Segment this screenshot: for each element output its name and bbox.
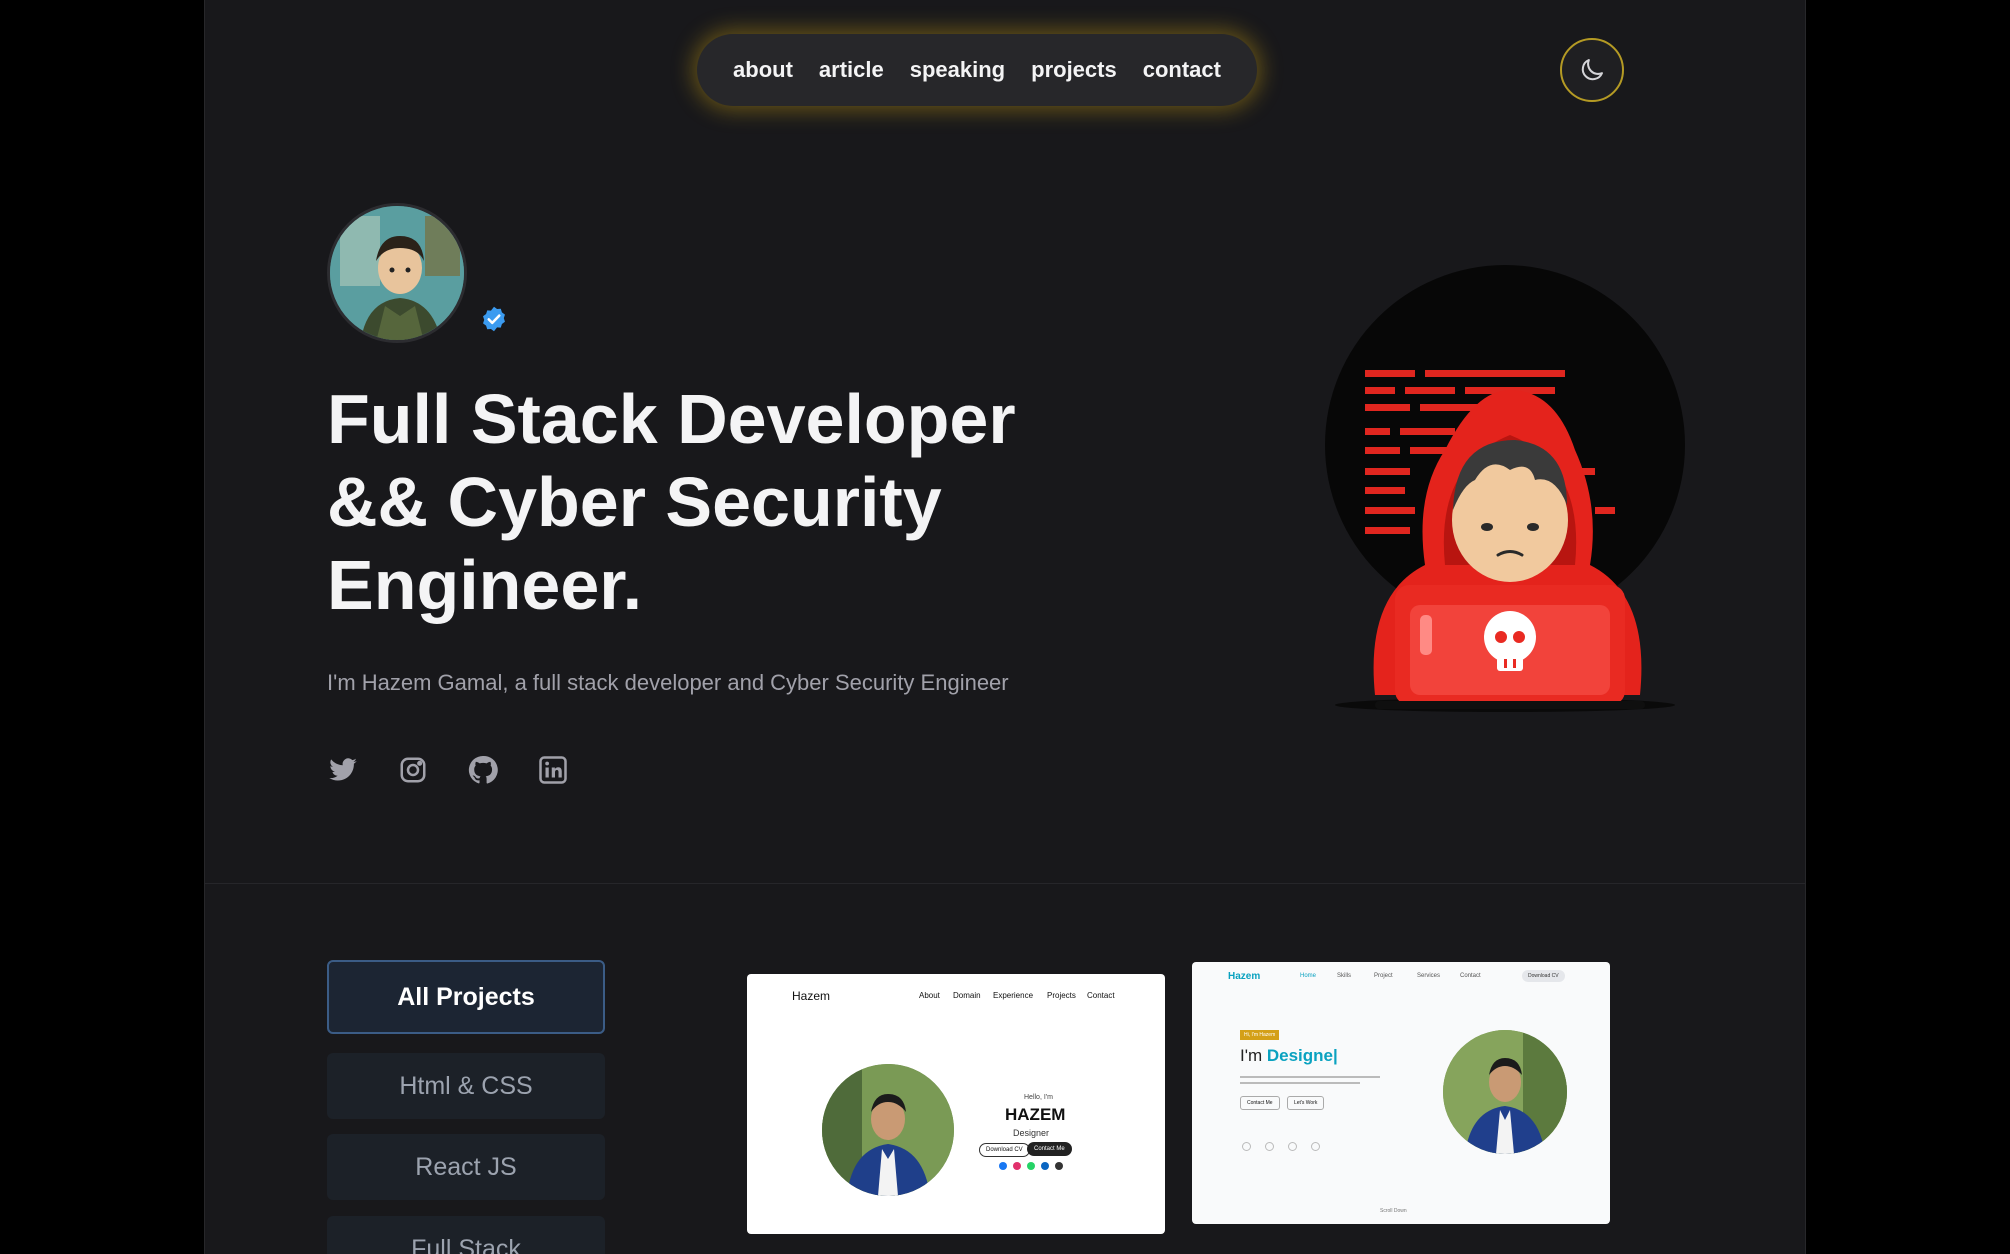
portfolio-page: about article speaking projects contact … — [204, 0, 1806, 1254]
card1-nav-contact: Contact — [1087, 991, 1115, 1000]
top-nav: about article speaking projects contact — [697, 34, 1257, 106]
card1-nav-about: About — [919, 991, 940, 1000]
card1-logo: Hazem — [792, 989, 831, 1003]
twitter-icon — [329, 758, 357, 781]
card2-download-button: Download CV — [1522, 970, 1565, 982]
avatar — [327, 203, 467, 343]
linkedin-link[interactable] — [537, 754, 569, 786]
twitter-link[interactable] — [327, 754, 359, 786]
nav-contact[interactable]: contact — [1143, 57, 1221, 83]
card1-nav-experience: Experience — [993, 991, 1034, 1000]
card1-hello: Hello, I'm — [1024, 1094, 1053, 1101]
hero-title-line-1: Full Stack Developer — [327, 380, 1016, 458]
card2-nav-home: Home — [1300, 973, 1317, 979]
card2-headline: I'm Designe| — [1240, 1046, 1338, 1066]
card2-nav-skills: Skills — [1337, 973, 1352, 979]
hero-title: Full Stack Developer && Cyber Security E… — [327, 378, 1087, 627]
instagram-icon — [400, 757, 426, 783]
nav-projects[interactable]: projects — [1031, 57, 1117, 83]
hero-title-line-2: && Cyber Security — [327, 463, 942, 541]
card1-social-dots — [999, 1162, 1063, 1170]
hero-title-line-3: Engineer. — [327, 546, 643, 624]
card2-social-dots — [1242, 1142, 1320, 1151]
nav-about[interactable]: about — [733, 57, 793, 83]
card1-name: HAZEM — [1005, 1105, 1066, 1124]
card2-portrait — [1443, 1030, 1567, 1154]
card1-nav-projects: Projects — [1047, 991, 1076, 1000]
moon-icon — [1581, 59, 1603, 81]
card1-nav-domain: Domain — [953, 991, 981, 1000]
card2-headline-accent: Designe| — [1266, 1046, 1338, 1065]
card2-contact-button: Contact Me — [1240, 1096, 1280, 1110]
card2-work-button: Let's Work — [1287, 1096, 1325, 1110]
card1-contact-button: Contact Me — [1027, 1142, 1072, 1156]
github-icon — [468, 755, 498, 784]
card1-portrait — [822, 1064, 954, 1196]
project-card-1[interactable]: Hazem About Domain Experience Projects C… — [747, 974, 1165, 1234]
card2-logo: Hazem — [1228, 971, 1261, 982]
card2-nav-project: Project — [1374, 973, 1393, 979]
card1-role: Designer — [1013, 1128, 1050, 1138]
card2-paragraph-lines — [1240, 1076, 1380, 1084]
filter-html-css[interactable]: Html & CSS — [327, 1053, 605, 1119]
project-card-2[interactable]: Hazem Home Skills Project Services Conta… — [1192, 962, 1610, 1224]
nav-speaking[interactable]: speaking — [910, 57, 1005, 83]
github-link[interactable] — [467, 754, 499, 786]
card1-download-button: Download CV — [979, 1143, 1030, 1157]
card2-headline-prefix: I'm — [1240, 1046, 1267, 1065]
verified-badge-icon — [483, 306, 505, 332]
theme-toggle-button[interactable] — [1560, 38, 1624, 102]
section-divider — [205, 883, 1805, 884]
social-links — [327, 754, 569, 786]
linkedin-icon — [539, 756, 567, 784]
instagram-link[interactable] — [397, 754, 429, 786]
filter-all-projects[interactable]: All Projects — [327, 960, 605, 1034]
card2-nav-services: Services — [1417, 973, 1441, 979]
card2-scroll-down: Scroll Down — [1380, 1208, 1407, 1214]
filter-full-stack[interactable]: Full Stack — [327, 1216, 605, 1254]
hero-subtitle: I'm Hazem Gamal, a full stack developer … — [327, 670, 1009, 695]
filter-react-js[interactable]: React JS — [327, 1134, 605, 1200]
card2-nav-contact: Contact — [1460, 973, 1481, 979]
hacker-illustration — [1325, 265, 1685, 712]
nav-article[interactable]: article — [819, 57, 884, 83]
card2-tag: Hi, I'm Hazem — [1240, 1030, 1280, 1040]
